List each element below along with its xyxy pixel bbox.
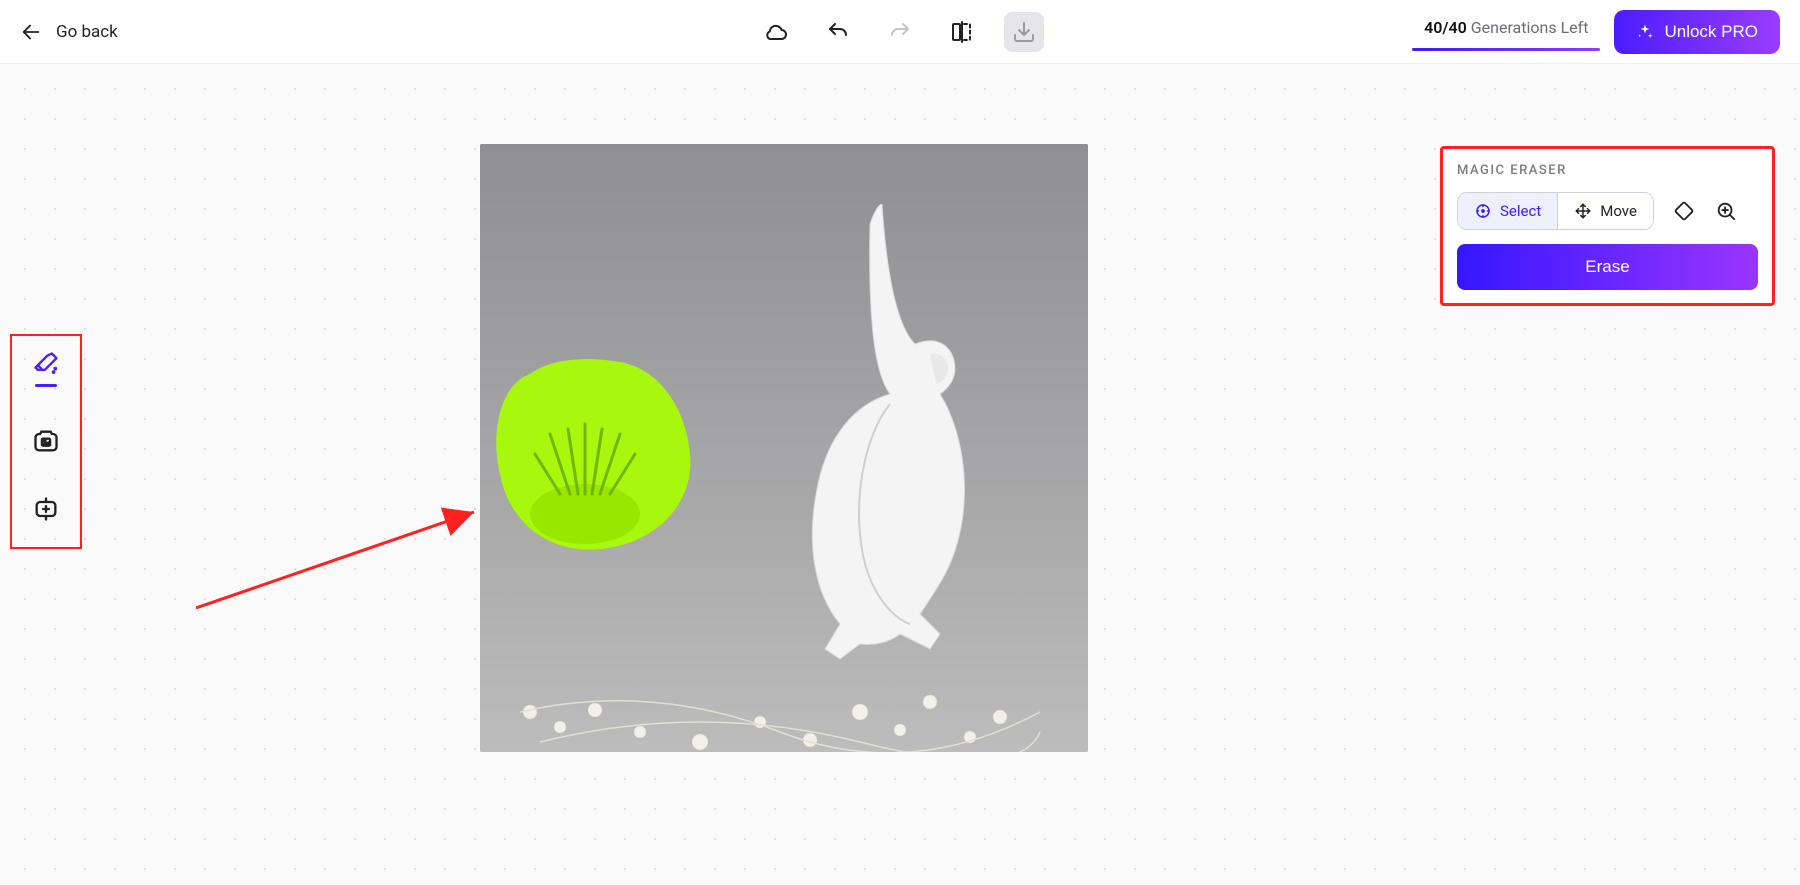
eraser-sparkle-icon <box>32 350 60 378</box>
cloud-icon <box>764 20 788 44</box>
topbar-center-tools <box>756 12 1044 52</box>
sparkle-icon <box>1636 23 1654 41</box>
subject-cat-statue <box>780 204 1010 664</box>
panel-controls-row: Select Move <box>1457 192 1758 230</box>
redo-icon <box>888 20 912 44</box>
generations-total: 40 <box>1448 18 1466 37</box>
erase-label: Erase <box>1585 257 1629 276</box>
magic-eraser-panel: MAGIC ERASER Select Move Erase <box>1440 146 1775 306</box>
panel-title: MAGIC ERASER <box>1457 163 1758 178</box>
mode-segmented-control: Select Move <box>1457 192 1654 230</box>
undo-icon <box>826 20 850 44</box>
arrow-left-icon <box>20 21 42 43</box>
camera-image-icon <box>32 427 60 455</box>
select-mode-button[interactable]: Select <box>1458 193 1557 229</box>
editing-image[interactable] <box>480 144 1088 752</box>
eraser-outline-icon <box>1673 200 1695 222</box>
erase-button[interactable]: Erase <box>1457 244 1758 290</box>
eraser-shape-button[interactable] <box>1672 199 1696 223</box>
foreground-beads <box>500 612 1060 752</box>
generations-used: 40 <box>1424 18 1442 37</box>
compare-icon <box>950 20 974 44</box>
topbar-right: 40/40 Generations Left Unlock PRO <box>1424 10 1780 54</box>
active-tool-underline <box>35 384 57 387</box>
magic-eraser-tool[interactable] <box>29 350 63 387</box>
expand-tool[interactable] <box>29 495 63 523</box>
selection-highlight <box>490 344 700 564</box>
compare-button[interactable] <box>942 12 982 52</box>
download-icon <box>1012 20 1036 44</box>
left-toolbar-annotation-box <box>10 334 82 549</box>
undo-button[interactable] <box>818 12 858 52</box>
unlock-pro-label: Unlock PRO <box>1664 22 1758 42</box>
replace-tool[interactable] <box>29 427 63 455</box>
cloud-button[interactable] <box>756 12 796 52</box>
download-button[interactable] <box>1004 12 1044 52</box>
go-back-label: Go back <box>56 22 118 42</box>
move-label: Move <box>1600 202 1637 220</box>
select-label: Select <box>1500 202 1541 220</box>
zoom-in-button[interactable] <box>1714 199 1738 223</box>
move-mode-button[interactable]: Move <box>1558 193 1653 229</box>
lasso-select-icon <box>1474 202 1492 220</box>
go-back-button[interactable]: Go back <box>20 21 118 43</box>
generations-underline <box>1412 48 1600 51</box>
generations-suffix: Generations Left <box>1471 18 1589 37</box>
unlock-pro-button[interactable]: Unlock PRO <box>1614 10 1780 54</box>
topbar: Go back 40/40 Generations Left Unlock PR… <box>0 0 1800 64</box>
annotation-arrow <box>196 500 486 620</box>
redo-button[interactable] <box>880 12 920 52</box>
expand-plus-icon <box>32 495 60 523</box>
canvas-area[interactable]: MAGIC ERASER Select Move Erase <box>0 64 1800 885</box>
zoom-in-icon <box>1715 200 1737 222</box>
generations-remaining[interactable]: 40/40 Generations Left <box>1424 18 1588 45</box>
move-arrows-icon <box>1574 202 1592 220</box>
